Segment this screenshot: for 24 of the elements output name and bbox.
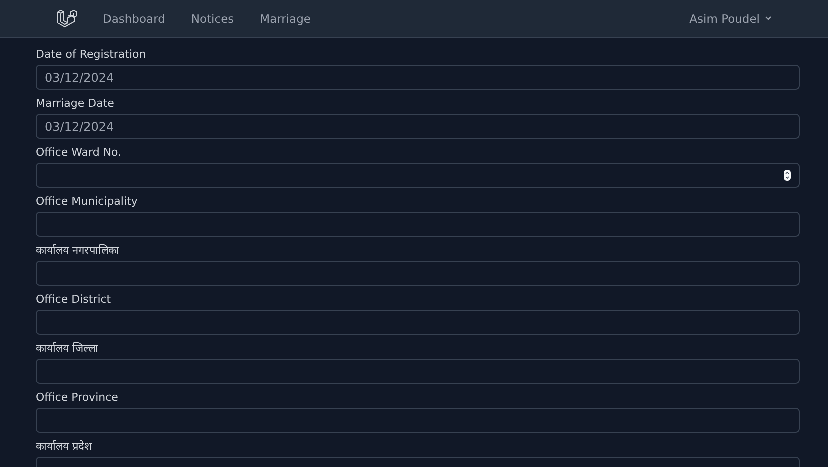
user-menu[interactable]: Asim Poudel	[690, 12, 772, 26]
text-field[interactable]	[36, 359, 800, 384]
field-label: कार्यालय जिल्ला	[36, 341, 100, 356]
field-label: Office District	[36, 292, 112, 307]
field-label: कार्यालय नगरपालिका	[36, 243, 120, 258]
date-field[interactable]: 03/12/2024	[36, 65, 800, 90]
text-field[interactable]	[36, 408, 800, 433]
logo-icon	[57, 9, 77, 28]
field-label: Office Ward No.	[36, 145, 123, 160]
nav-link[interactable]: Notices	[191, 12, 234, 26]
spinner-icon[interactable]	[784, 170, 791, 181]
field-label: Office Municipality	[36, 194, 139, 209]
field-label: Marriage Date	[36, 96, 116, 111]
field-label: कार्यालय प्रदेश	[36, 439, 94, 454]
text-field[interactable]	[36, 261, 800, 286]
nav-link[interactable]: Dashboard	[103, 12, 166, 26]
field-label: Office Province	[36, 390, 120, 405]
number-field[interactable]	[36, 163, 800, 188]
field-label: Date of Registration	[36, 47, 148, 62]
text-field[interactable]	[36, 310, 800, 335]
text-field[interactable]	[36, 212, 800, 237]
chevron-down-icon	[765, 16, 772, 21]
nav-link[interactable]: Marriage	[260, 12, 311, 26]
date-field[interactable]: 03/12/2024	[36, 114, 800, 139]
